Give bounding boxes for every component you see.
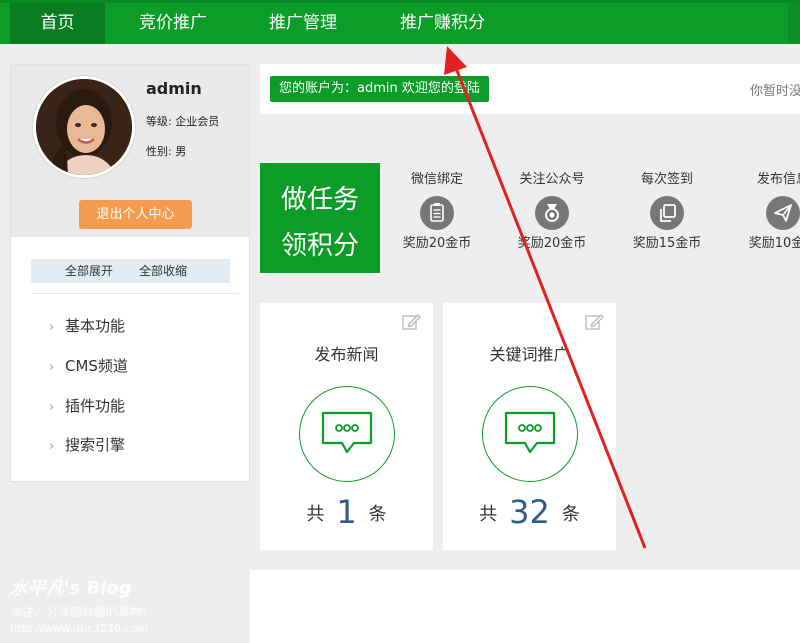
avatar-photo [36, 79, 132, 175]
card-keyword-promotion[interactable]: 关键词推广 共 32 条 [443, 303, 616, 550]
sidebar-item-label: CMS频道 [65, 357, 128, 375]
chat-bubble-icon [321, 411, 373, 454]
card-title: 发布新闻 [314, 345, 379, 364]
expand-collapse-bar: 全部展开 全部收缩 [31, 259, 230, 283]
task-wechat-bind[interactable]: 微信绑定 奖励20金币 [387, 170, 487, 253]
task-reward: 奖励20金币 [517, 236, 587, 251]
collapse-all-link[interactable]: 全部收缩 [139, 259, 187, 283]
edit-icon[interactable] [584, 312, 604, 332]
task-title: 微信绑定 [410, 172, 463, 187]
task-title: 每次签到 [640, 172, 693, 187]
count-number: 1 [336, 493, 357, 531]
clipboard-icon [420, 196, 454, 230]
chevron-right-icon: › [49, 439, 55, 454]
card-title: 关键词推广 [489, 345, 570, 364]
notice-text: 你暂时没 [750, 84, 800, 99]
chevron-right-icon: › [49, 360, 55, 375]
chevron-right-icon: › [49, 320, 55, 335]
task-banner: 做任务 领积分 [260, 163, 380, 273]
task-banner-line2: 领积分 [280, 231, 359, 261]
sidebar-item-label: 搜索引擎 [65, 436, 126, 454]
sidebar-item-label: 插件功能 [65, 397, 126, 415]
sidebar-item-cms[interactable]: › CMS频道 [49, 355, 128, 377]
count-prefix: 共 [479, 504, 498, 525]
sidebar-divider [31, 293, 239, 294]
welcome-bar: 您的账户为：admin 欢迎您的登陆 你暂时没 [260, 64, 800, 114]
count-suffix: 条 [561, 504, 580, 525]
nav-bidding-promotion[interactable]: 竞价推广 [118, 3, 228, 44]
task-title: 发布信息 [756, 172, 800, 187]
watermark-title: 水平凡's Blog [10, 578, 132, 599]
sidebar-item-label: 基本功能 [65, 317, 126, 335]
task-reward: 奖励15金币 [632, 236, 702, 251]
task-title: 关注公众号 [519, 172, 585, 187]
task-publish-info[interactable]: 发布信息 奖励10金币 [733, 170, 800, 253]
top-nav: 首页 竞价推广 推广管理 推广赚积分 [0, 0, 800, 44]
nav-edge [788, 3, 800, 44]
profile-panel: admin 等级: 企业会员 性别: 男 退出个人中心 [11, 65, 249, 237]
sidebar-item-basic[interactable]: › 基本功能 [49, 315, 125, 337]
sidebar: admin 等级: 企业会员 性别: 男 退出个人中心 全部展开 全部收缩 › 基… [10, 64, 250, 482]
task-reward: 奖励20金币 [402, 236, 472, 251]
task-reward: 奖励10金币 [748, 236, 800, 251]
expand-all-link[interactable]: 全部展开 [65, 259, 113, 283]
sidebar-item-plugins[interactable]: › 插件功能 [49, 395, 125, 417]
count-number: 32 [509, 493, 550, 531]
task-banner-line1: 做任务 [280, 185, 359, 215]
task-daily-checkin[interactable]: 每次签到 奖励15金币 [617, 170, 717, 253]
chat-bubble-icon [504, 411, 556, 454]
card-publish-news[interactable]: 发布新闻 共1条 [260, 303, 433, 550]
copy-icon [650, 196, 684, 230]
card-count: 共1条 [260, 493, 433, 531]
welcome-message: 您的账户为：admin 欢迎您的登陆 [270, 76, 489, 102]
task-follow-account[interactable]: 关注公众号 奖励20金币 [502, 170, 602, 253]
watermark-tagline: 关注、分享感兴趣的事物！ [10, 605, 155, 619]
chat-circle [482, 386, 578, 482]
gender: 性别: 男 [146, 145, 187, 158]
blog-watermark: 水平凡's Blog 关注、分享感兴趣的事物！ http://www.dbc32… [10, 574, 154, 635]
nav-promotion-management[interactable]: 推广管理 [248, 3, 358, 44]
nav-home[interactable]: 首页 [10, 3, 105, 44]
count-prefix: 共 [306, 504, 325, 525]
watermark-url: http://www.dbc3210.com [10, 622, 149, 635]
content-bottom [250, 570, 800, 643]
chat-circle [299, 386, 395, 482]
card-count: 共 32 条 [443, 493, 616, 531]
sidebar-item-search-engine[interactable]: › 搜索引擎 [49, 434, 125, 456]
chevron-right-icon: › [49, 400, 55, 415]
avatar [33, 76, 135, 178]
member-level: 等级: 企业会员 [146, 115, 220, 128]
username: admin [146, 79, 202, 98]
edit-icon[interactable] [401, 312, 421, 332]
nav-earn-points[interactable]: 推广赚积分 [380, 3, 505, 44]
count-suffix: 条 [368, 504, 387, 525]
medal-icon [535, 196, 569, 230]
send-icon [766, 196, 800, 230]
logout-button[interactable]: 退出个人中心 [79, 200, 192, 229]
